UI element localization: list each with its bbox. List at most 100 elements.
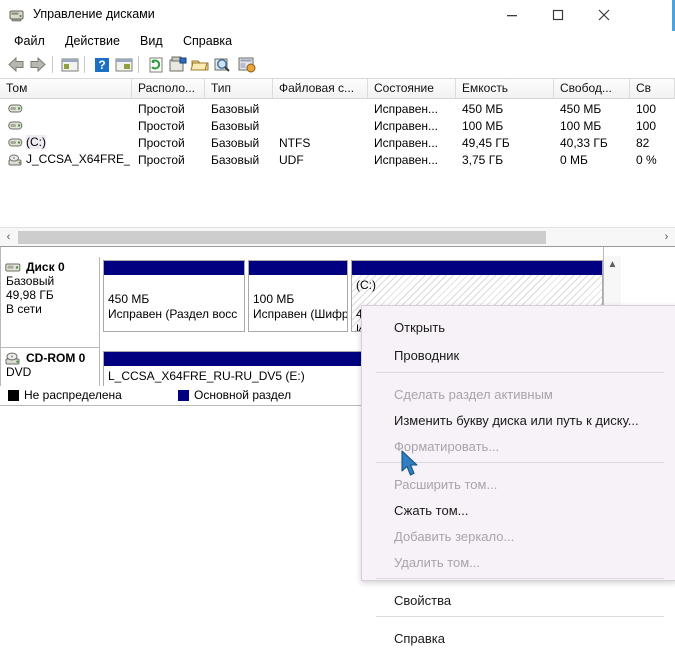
properties-icon[interactable] [167,54,189,75]
menu-separator [376,372,664,373]
volume-filesystem [279,118,366,119]
pane-left-border [0,247,1,406]
volume-capacity: 49,45 ГБ [462,136,510,150]
menu-action[interactable]: Действие [60,33,125,49]
menu-view[interactable]: Вид [135,33,168,49]
volume-column-header[interactable]: Тип [205,79,273,98]
context-menu-item[interactable]: Сжать том... [362,497,675,525]
volume-capacity: 100 МБ [462,119,504,133]
volume-free: 100 МБ [560,119,602,133]
volume-status: Исправен... [374,119,439,133]
partition-size: 450 МБ [108,292,150,306]
volume-layout: Простой [138,119,185,133]
context-menu-item[interactable]: Проводник [362,342,675,370]
forward-icon[interactable] [27,54,49,75]
volume-column-header[interactable]: Располо... [132,79,205,98]
partition-status: Исправен (Раздел восс [108,307,238,321]
cdrom-volume-icon [8,154,23,166]
table-row[interactable]: Простой Базовый Исправен... 450 МБ 450 МБ 100 [0,101,675,118]
volume-list-hscrollbar[interactable]: ‹ › [0,227,675,246]
context-menu-item: Форматировать... [394,439,500,454]
toolbar-separator [52,56,53,73]
context-menu-item[interactable]: Изменить букву диска или путь к диску... [362,407,675,435]
volume-type: Базовый [211,153,260,167]
volume-percent: 0 % [636,153,657,167]
volume-list: Том Располо... Тип Файловая с... Состояние Ем… [0,79,675,247]
context-menu-item: Расширить том... [394,477,498,492]
menu-separator [376,616,664,617]
table-row[interactable]: J_CCSA_X64FRE_R... Простой Базовый UDF Испра… [0,152,675,169]
partition-size: 100 МБ [253,292,295,306]
disk-management-window: Управление дисками Файл Действие Вид Спр… [0,0,675,646]
volume-name: J_CCSA_X64FRE_R... [26,152,130,166]
partition-body: 100 МБ Исправен (Шифр [249,275,347,331]
volume-capacity: 450 МБ [462,102,504,116]
volume-column-header[interactable]: Емкость [456,79,554,98]
close-button[interactable] [581,0,627,30]
title-bar: Управление дисками [0,0,675,31]
scroll-right-icon[interactable]: › [658,228,675,246]
legend-label: Основной раздел [194,388,292,402]
context-menu: Открыть Проводник Сделать раздел активным И… [361,305,675,646]
legend-label: Не распределена [24,388,122,402]
disk-management-icon [9,7,26,23]
volume-layout: Простой [138,102,185,116]
settings-icon[interactable] [236,54,258,75]
scroll-up-icon[interactable]: ▲ [604,256,621,273]
refresh-icon[interactable] [145,54,167,75]
partition-status: Исправен (Шифр [253,307,347,321]
table-row[interactable]: Простой Базовый Исправен... 100 МБ 100 МБ 100 [0,118,675,135]
open-folder-icon[interactable] [189,54,211,75]
up-folder-icon[interactable] [59,54,81,75]
context-menu-item[interactable]: Свойства [362,587,675,615]
toolbar: ? [0,51,675,79]
legend-swatch [178,390,189,401]
volume-column-header[interactable]: Том [0,79,132,98]
context-menu-item: Добавить зеркало... [394,529,515,544]
partition-spacer [108,278,240,292]
volume-free: 450 МБ [560,102,602,116]
menu-bar: Файл Действие Вид Справка [0,31,675,51]
volume-layout: Простой [138,153,185,167]
back-icon[interactable] [5,54,27,75]
volume-percent: 100 [636,102,657,116]
menu-help[interactable]: Справка [178,33,237,49]
partition-bar [352,261,602,275]
rescan-icon[interactable] [211,54,233,75]
volume-status: Исправен... [374,102,439,116]
volume-column-header[interactable]: Состояние [368,79,456,98]
volume-column-header[interactable]: Файловая с... [273,79,368,98]
scroll-left-icon[interactable]: ‹ [0,228,17,246]
context-menu-item[interactable]: Справка [362,625,675,653]
volume-free: 0 МБ [560,153,588,167]
partition[interactable]: 100 МБ Исправен (Шифр [248,260,348,332]
table-row[interactable]: (C:) Простой Базовый NTFS Исправен... 49,45 Г… [0,135,675,152]
context-menu-item: Удалить том... [394,555,481,570]
show-hide-tree-icon[interactable] [113,54,135,75]
partition-bar [104,261,244,275]
legend-swatch [8,390,19,401]
context-menu-item[interactable]: Открыть [362,314,675,342]
volume-filesystem: UDF [279,153,304,167]
volume-name: (C:) [26,135,46,149]
help-icon[interactable]: ? [91,54,113,75]
volume-layout: Простой [138,136,185,150]
volume-filesystem: NTFS [279,136,311,150]
volume-icon [8,120,23,132]
volume-column-header[interactable]: Свобод... [554,79,630,98]
volume-type: Базовый [211,119,260,133]
volume-filesystem [279,101,366,102]
hscroll-thumb[interactable] [18,231,546,244]
volume-percent: 82 [636,136,650,150]
toolbar-separator [138,56,139,73]
menu-file[interactable]: Файл [9,33,50,49]
minimize-button[interactable] [489,0,535,30]
menu-separator [376,462,664,463]
volume-icon [8,103,23,115]
partition[interactable]: 450 МБ Исправен (Раздел восс [103,260,245,332]
volume-status: Исправен... [374,153,439,167]
volume-type: Базовый [211,136,260,150]
volume-column-header[interactable]: Св [630,79,675,98]
volume-free: 40,33 ГБ [560,136,608,150]
maximize-button[interactable] [535,0,581,30]
